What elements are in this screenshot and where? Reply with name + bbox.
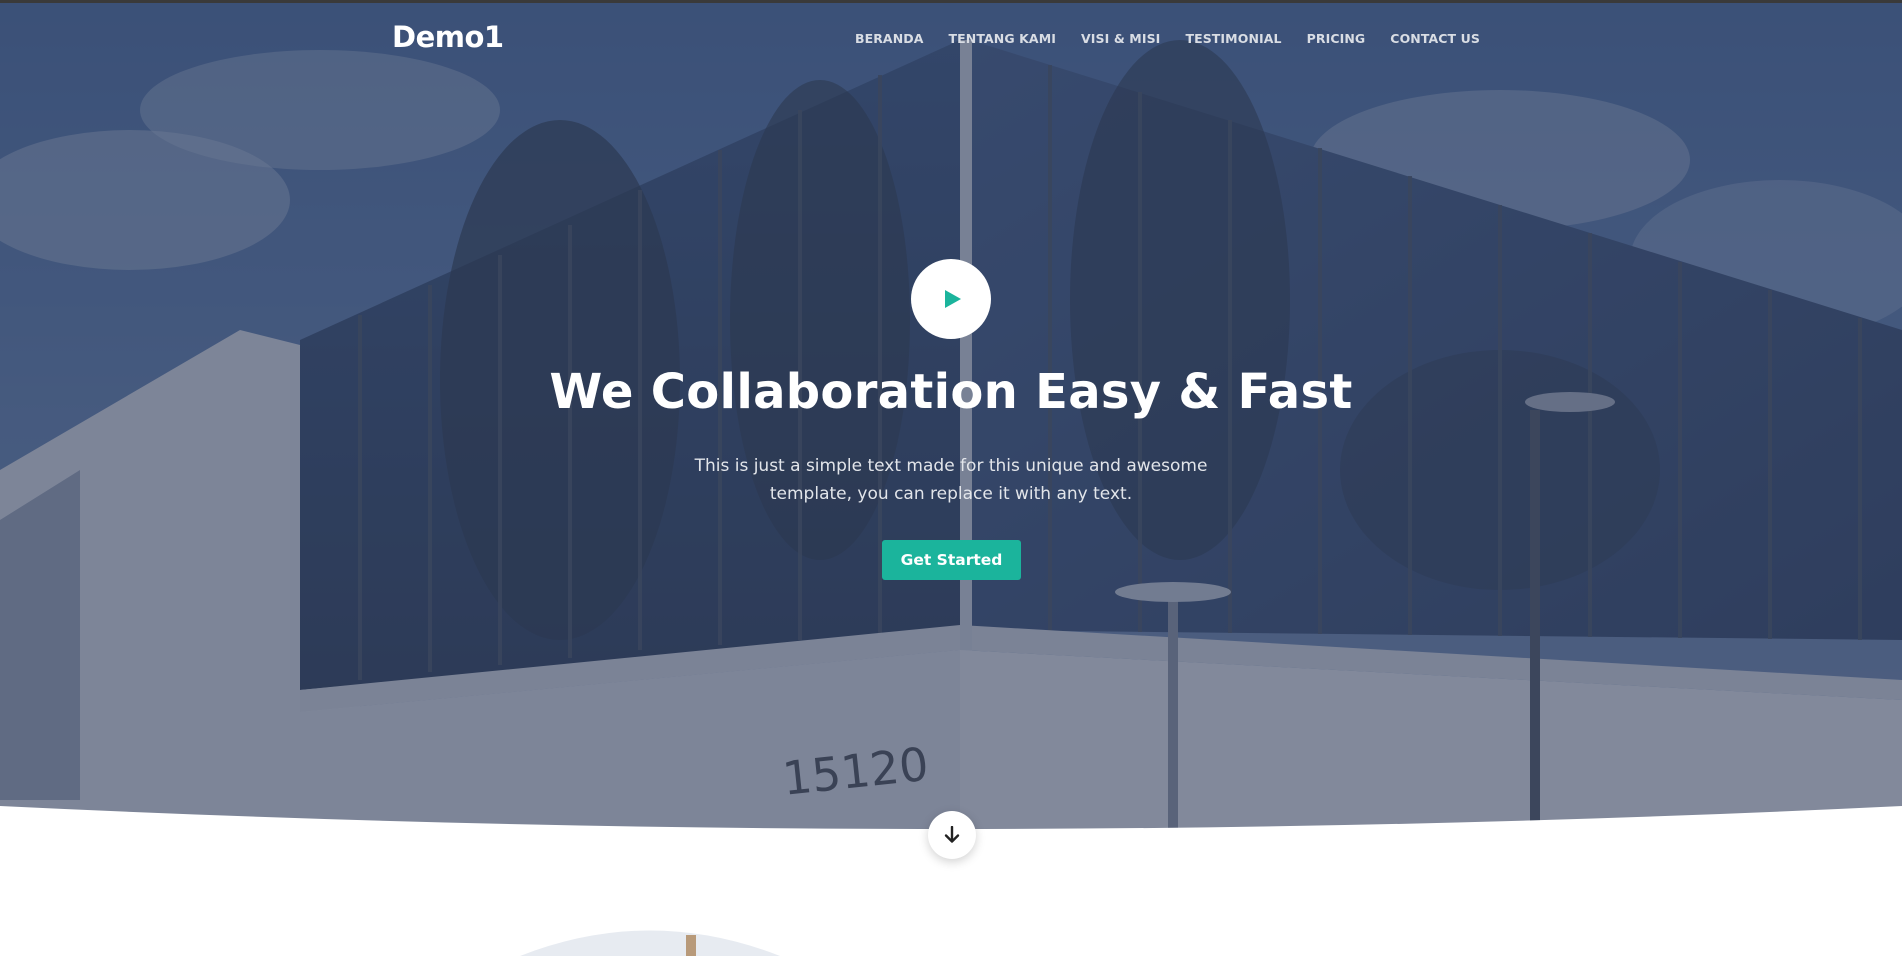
- nav-item-testimonial[interactable]: TESTIMONIAL: [1185, 31, 1281, 46]
- video-play-button[interactable]: [911, 259, 991, 339]
- nav-item-tentang-kami[interactable]: TENTANG KAMI: [949, 31, 1056, 46]
- arrow-down-icon: [944, 826, 960, 843]
- play-icon: [944, 290, 961, 308]
- hero-headline: We Collaboration Easy & Fast: [549, 364, 1353, 420]
- main-navbar: Demo1 BERANDA TENTANG KAMI VISI & MISI T…: [0, 0, 1902, 78]
- nav-menu: BERANDA TENTANG KAMI VISI & MISI TESTIMO…: [855, 31, 1480, 46]
- scroll-down-button[interactable]: [928, 811, 976, 859]
- get-started-button[interactable]: Get Started: [882, 540, 1021, 580]
- nav-item-pricing[interactable]: PRICING: [1307, 31, 1366, 46]
- hero-section: 15120 Demo1 BERANDA TENTANG KAMI VISI & …: [0, 0, 1902, 835]
- hero-subtext: This is just a simple text made for this…: [694, 456, 1208, 504]
- top-border: [0, 0, 1902, 3]
- next-section-image-preview: [520, 930, 780, 956]
- nav-item-beranda[interactable]: BERANDA: [855, 31, 924, 46]
- nav-item-contact-us[interactable]: CONTACT US: [1390, 31, 1480, 46]
- site-logo[interactable]: Demo1: [392, 20, 504, 54]
- nav-item-visi-misi[interactable]: VISI & MISI: [1081, 31, 1160, 46]
